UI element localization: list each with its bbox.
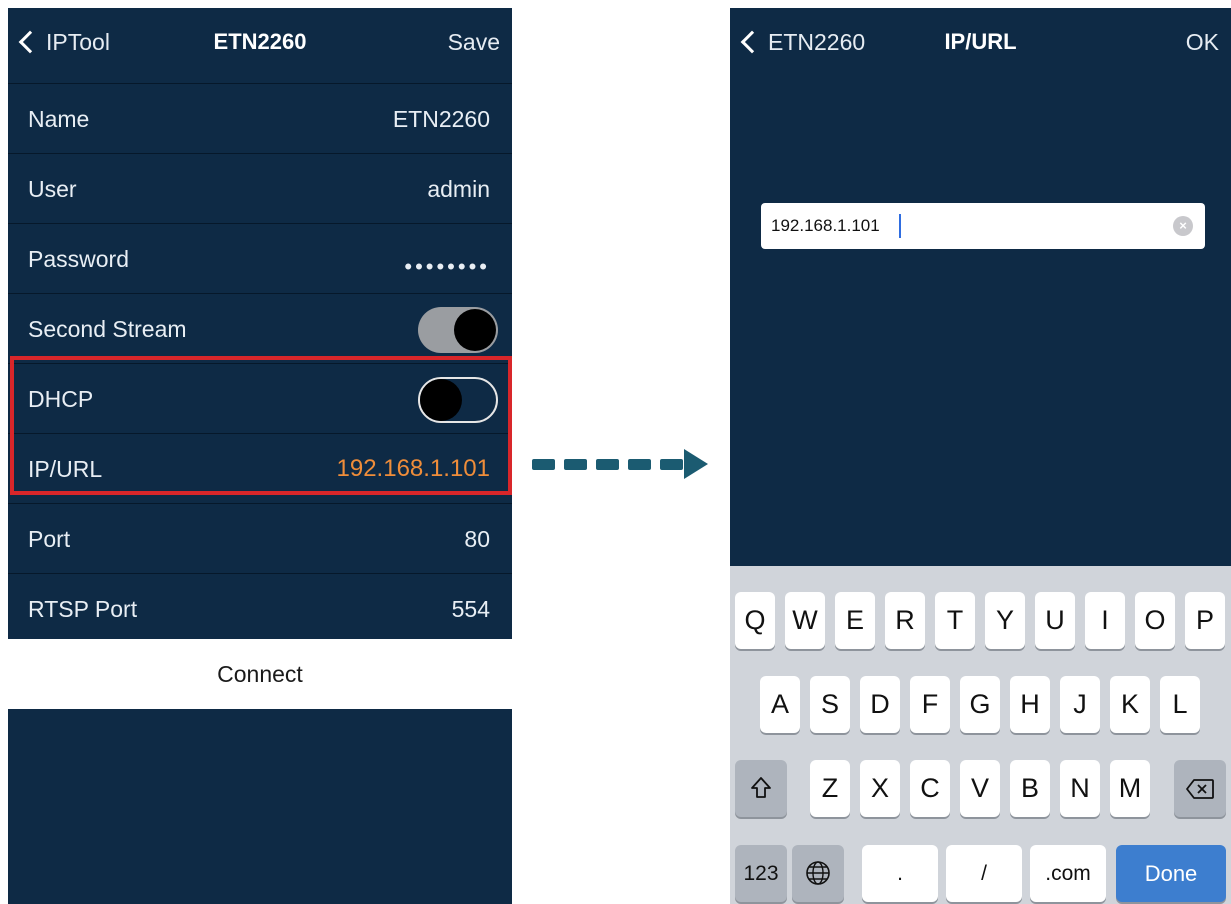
- chevron-left-icon: [740, 30, 764, 54]
- row-label: Password: [28, 246, 129, 272]
- chevron-left-icon: [18, 30, 42, 54]
- key-e[interactable]: E: [835, 592, 875, 649]
- key-r[interactable]: R: [885, 592, 925, 649]
- row-value: admin: [427, 176, 490, 202]
- second-stream-toggle[interactable]: [418, 307, 498, 353]
- ip-url-value: 192.168.1.101: [336, 455, 490, 482]
- row-label: RTSP Port: [28, 596, 138, 622]
- slash-key[interactable]: /: [946, 845, 1022, 902]
- key-u[interactable]: U: [1035, 592, 1075, 649]
- key-a[interactable]: A: [760, 676, 800, 733]
- shift-icon: [751, 777, 771, 798]
- key-n[interactable]: N: [1060, 760, 1100, 817]
- arrow-head: [684, 449, 708, 479]
- row-value: ETN2260: [392, 106, 490, 132]
- clear-circle-icon[interactable]: ×: [1173, 216, 1193, 236]
- row-value: 554: [451, 596, 490, 622]
- numbers-key[interactable]: 123: [735, 845, 787, 902]
- dotcom-key[interactable]: .com: [1030, 845, 1106, 902]
- device-settings-screen: IPTool ETN2260 Save Name ETN2260 User ad…: [8, 8, 512, 904]
- connect-button[interactable]: Connect: [8, 639, 512, 709]
- shift-key[interactable]: [735, 760, 787, 817]
- arrow-dash: [564, 459, 587, 470]
- connect-label: Connect: [217, 661, 303, 687]
- row-label: DHCP: [28, 386, 94, 412]
- back-label: IPTool: [46, 28, 110, 55]
- nav-bar: ETN2260 IP/URL OK: [730, 8, 1231, 76]
- arrow-dash: [532, 459, 555, 470]
- key-m[interactable]: M: [1110, 760, 1150, 817]
- period-key[interactable]: .: [862, 845, 938, 902]
- ip-url-edit-screen: ETN2260 IP/URL OK × Q W E R T Y U I O P …: [730, 8, 1231, 904]
- key-t[interactable]: T: [935, 592, 975, 649]
- row-ip-url[interactable]: IP/URL 192.168.1.101: [8, 433, 512, 504]
- globe-key[interactable]: [792, 845, 844, 902]
- key-b[interactable]: B: [1010, 760, 1050, 817]
- key-c[interactable]: C: [910, 760, 950, 817]
- key-h[interactable]: H: [1010, 676, 1050, 733]
- toggle-knob: [454, 309, 496, 351]
- row-user[interactable]: User admin: [8, 153, 512, 224]
- dashed-arrow-right-icon: [532, 449, 712, 479]
- text-caret: [899, 214, 901, 238]
- arrow-dash: [596, 459, 619, 470]
- backspace-key[interactable]: [1174, 760, 1226, 817]
- dhcp-toggle[interactable]: [418, 377, 498, 423]
- row-label: Port: [28, 526, 71, 552]
- ip-url-input[interactable]: [771, 203, 1161, 249]
- save-button[interactable]: Save: [448, 26, 500, 58]
- row-dhcp: DHCP: [8, 363, 512, 434]
- back-button[interactable]: IPTool: [16, 26, 110, 58]
- key-g[interactable]: G: [960, 676, 1000, 733]
- row-port[interactable]: Port 80: [8, 503, 512, 574]
- nav-bar: IPTool ETN2260 Save: [8, 8, 512, 76]
- row-second-stream: Second Stream: [8, 293, 512, 364]
- key-k[interactable]: K: [1110, 676, 1150, 733]
- key-f[interactable]: F: [910, 676, 950, 733]
- key-s[interactable]: S: [810, 676, 850, 733]
- globe-icon: [806, 861, 830, 885]
- done-key[interactable]: Done: [1116, 845, 1226, 902]
- arrow-dash: [628, 459, 651, 470]
- row-password[interactable]: Password ••••••••: [8, 223, 512, 294]
- back-button[interactable]: ETN2260: [738, 26, 865, 58]
- ip-url-field[interactable]: ×: [761, 203, 1205, 249]
- back-label: ETN2260: [768, 28, 866, 55]
- ok-button[interactable]: OK: [1186, 26, 1219, 58]
- backspace-icon: [1186, 779, 1214, 799]
- row-name[interactable]: Name ETN2260: [8, 83, 512, 154]
- key-v[interactable]: V: [960, 760, 1000, 817]
- key-i[interactable]: I: [1085, 592, 1125, 649]
- arrow-dash: [660, 459, 683, 470]
- row-value: 80: [464, 526, 490, 552]
- key-y[interactable]: Y: [985, 592, 1025, 649]
- row-label: IP/URL: [28, 456, 103, 482]
- row-label: Second Stream: [28, 316, 187, 342]
- toggle-knob: [420, 379, 462, 421]
- key-w[interactable]: W: [785, 592, 825, 649]
- key-p[interactable]: P: [1185, 592, 1225, 649]
- key-j[interactable]: J: [1060, 676, 1100, 733]
- key-q[interactable]: Q: [735, 592, 775, 649]
- keyboard: Q W E R T Y U I O P A S D F G H J K L Z …: [730, 566, 1231, 904]
- key-d[interactable]: D: [860, 676, 900, 733]
- key-z[interactable]: Z: [810, 760, 850, 817]
- key-l[interactable]: L: [1160, 676, 1200, 733]
- password-value: ••••••••: [404, 254, 490, 279]
- row-rtsp-port[interactable]: RTSP Port 554: [8, 573, 512, 644]
- row-label: User: [28, 176, 77, 202]
- row-label: Name: [28, 106, 90, 132]
- key-x[interactable]: X: [860, 760, 900, 817]
- key-o[interactable]: O: [1135, 592, 1175, 649]
